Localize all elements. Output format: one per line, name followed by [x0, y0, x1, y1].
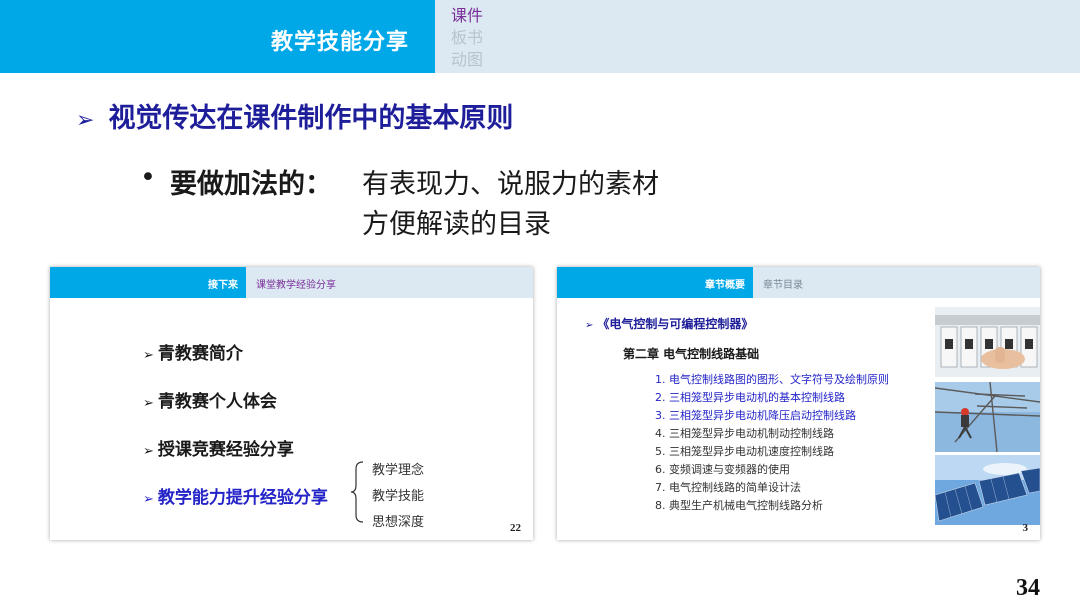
toc-item: 5. 三相笼型异步电动机速度控制线路 [655, 445, 834, 458]
arrow-icon: ➢ [143, 348, 154, 363]
toc-item: 4. 三相笼型异步电动机制动控制线路 [655, 427, 834, 440]
list-item-label: 青教赛个人体会 [157, 392, 277, 412]
list-item: ➢ 授课竞赛经验分享 [143, 435, 294, 460]
thumbnail-page-number: 3 [1022, 522, 1029, 534]
thumbnail-page-number: 22 [510, 522, 521, 534]
book-title: ➢ 《电气控制与可编程控制器》 [585, 315, 753, 332]
list-item-label: 青教赛简介 [157, 344, 243, 364]
bullet-text-line-2: 方便解读的目录 [362, 209, 551, 240]
toc-item: 1. 电气控制线路图的图形、文字符号及绘制原则 [655, 373, 889, 386]
thumbnail-header-subtitle: 章节目录 [763, 280, 803, 291]
toc-item: 3. 三相笼型异步电动机降压启动控制线路 [655, 409, 856, 422]
nav-item-animation[interactable]: 动图 [451, 51, 483, 69]
thumbnail-header-left: 接下来 [50, 267, 246, 298]
thumbnail-header-right: 章节目录 [753, 267, 1040, 298]
list-item-label: 授课竞赛经验分享 [157, 440, 294, 460]
slide-thumbnail-agenda[interactable]: 接下来 课堂教学经验分享 ➢ 青教赛简介 ➢ 青教赛个人体会 ➢ 授课竞赛经验分享 ➢… [50, 267, 533, 540]
arrow-icon: ➢ [585, 320, 594, 331]
main-heading: ➢ 视觉传达在课件制作中的基本原则 [76, 96, 513, 135]
slide-thumbnail-chapter-outline[interactable]: 章节概要 章节目录 ➢ 《电气控制与可编程控制器》 第二章 电气控制线路基础 1.… [557, 267, 1040, 540]
arrow-icon: ➢ [143, 396, 154, 411]
header-nav: 课件 板书 动图 [435, 0, 1080, 73]
header-title: 教学技能分享 [270, 30, 409, 55]
arrow-icon: ➢ [76, 108, 95, 133]
bullet-label: 要做加法的： [170, 169, 332, 200]
slide-number: 34 [1016, 575, 1040, 601]
list-item-highlighted: ➢ 教学能力提升经验分享 [143, 483, 328, 508]
thumbnail-header-right: 课堂教学经验分享 [246, 267, 533, 298]
thumbnail-header-subtitle: 课堂教学经验分享 [256, 280, 336, 291]
arrow-icon: ➢ [143, 492, 154, 507]
book-title-text: 《电气控制与可编程控制器》 [597, 317, 754, 331]
bullet-dot-icon: • [140, 162, 156, 193]
sub-item: 教学技能 [372, 489, 425, 504]
header-banner: 教学技能分享 [0, 0, 435, 73]
thumbnail-header-title: 章节概要 [705, 280, 745, 291]
heading-text: 视觉传达在课件制作中的基本原则 [108, 103, 514, 134]
nav-item-courseware[interactable]: 课件 [451, 7, 483, 25]
sub-item: 教学理念 [372, 463, 425, 478]
toc-item: 2. 三相笼型异步电动机的基本控制线路 [655, 391, 845, 404]
list-item-label: 教学能力提升经验分享 [157, 488, 328, 508]
thumbnail-header-left: 章节概要 [557, 267, 753, 298]
sub-item: 思想深度 [372, 515, 425, 530]
nav-item-blackboard[interactable]: 板书 [451, 29, 483, 47]
circuit-breaker-photo [935, 307, 1040, 377]
list-item: ➢ 青教赛简介 [143, 339, 243, 364]
toc-item: 8. 典型生产机械电气控制线路分析 [655, 499, 823, 512]
thumbnail-header-title: 接下来 [208, 280, 238, 291]
toc-item: 7. 电气控制线路的简单设计法 [655, 481, 801, 494]
chapter-title: 第二章 电气控制线路基础 [623, 347, 760, 361]
power-line-worker-photo [935, 382, 1040, 452]
arrow-icon: ➢ [143, 444, 154, 459]
bullet-text-line-1: 有表现力、说服力的素材 [362, 169, 659, 200]
toc-item: 6. 变频调速与变频器的使用 [655, 463, 790, 476]
solar-panel-photo [935, 455, 1040, 525]
list-item: ➢ 青教赛个人体会 [143, 387, 277, 412]
curly-brace-icon [350, 461, 364, 523]
